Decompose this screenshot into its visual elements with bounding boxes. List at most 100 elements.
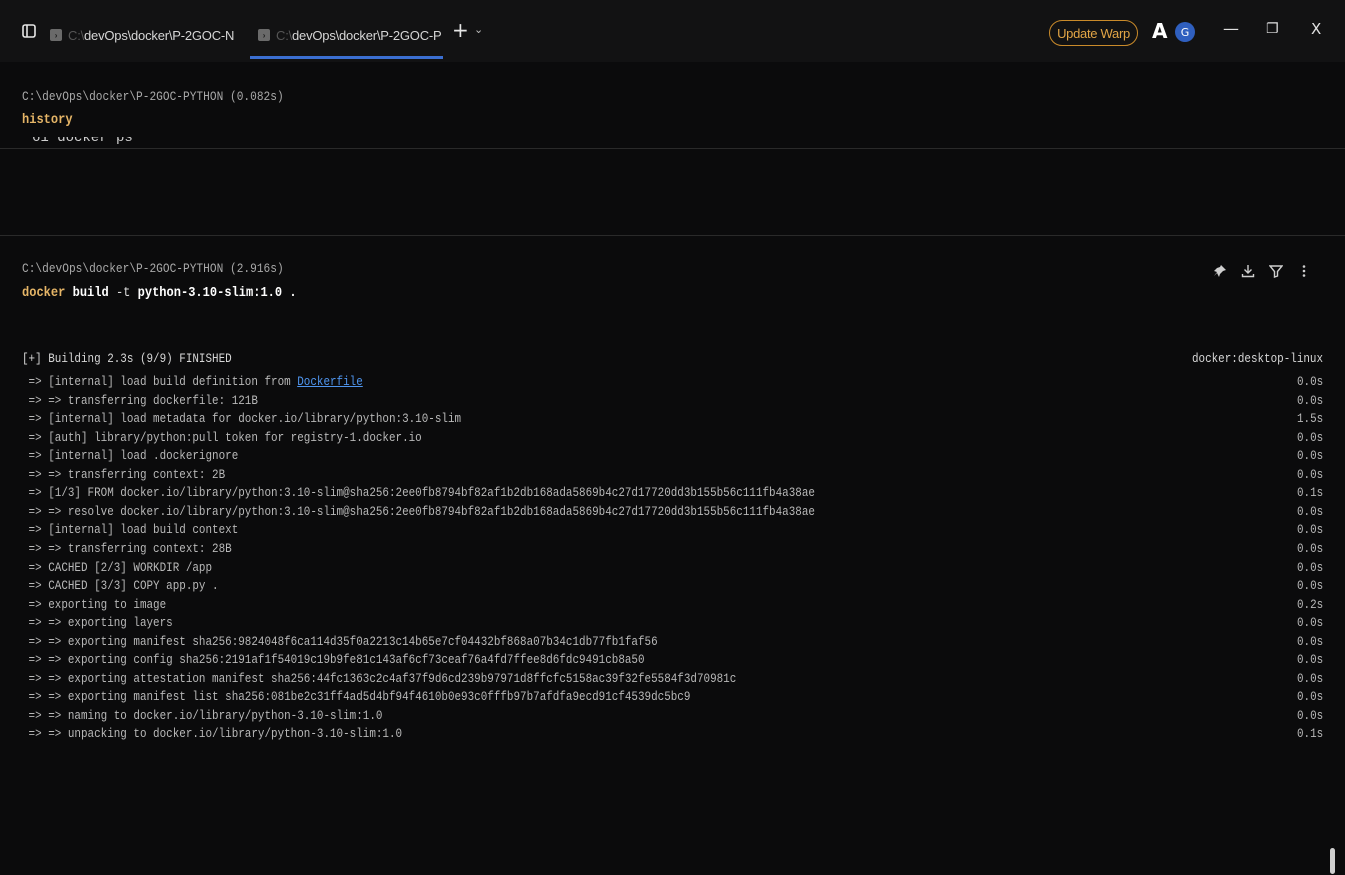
build-output-line: => CACHED [3/3] COPY app.py . 0.0s xyxy=(22,577,1323,595)
build-step-duration: 0.0s xyxy=(1296,578,1323,594)
build-output-line: => exporting to image 0.2s xyxy=(22,596,1323,614)
build-output-line: => => unpacking to docker.io/library/pyt… xyxy=(22,725,1323,743)
build-step-text: => => transferring context: 28B xyxy=(22,540,232,556)
build-step-duration: 0.0s xyxy=(1296,652,1323,668)
build-step-duration: 0.0s xyxy=(1296,540,1323,556)
block-toolbar xyxy=(1212,263,1312,279)
build-step-prefix: => [internal] load build definition from xyxy=(22,374,298,389)
update-warp-button[interactable]: Update Warp xyxy=(1049,20,1138,46)
tab-label: devOps\docker\P-2GOC-P xyxy=(292,27,442,43)
build-step-duration: 0.0s xyxy=(1296,522,1323,538)
block-divider xyxy=(0,235,1345,236)
build-step-text: => [internal] load build context xyxy=(22,522,239,538)
build-output-line: => => naming to docker.io/library/python… xyxy=(22,707,1323,725)
tab-path-prefix: C:\ xyxy=(276,27,293,43)
build-step-text: => => naming to docker.io/library/python… xyxy=(22,707,383,723)
build-step-text: => [internal] load metadata for docker.i… xyxy=(22,411,462,427)
maximize-button[interactable]: ❐ xyxy=(1266,19,1279,39)
block-command[interactable]: docker build -t python-3.10-slim:1.0 . xyxy=(22,285,297,301)
build-output-line: => [auth] library/python:pull token for … xyxy=(22,429,1323,447)
new-tab-button[interactable]: + xyxy=(452,20,469,40)
build-step-duration: 0.2s xyxy=(1296,596,1323,612)
build-step-duration: 0.1s xyxy=(1296,485,1323,501)
command-arg: python-3.10-slim:1.0 . xyxy=(130,285,297,301)
build-step-duration: 1.5s xyxy=(1296,411,1323,427)
build-output-line: => => resolve docker.io/library/python:3… xyxy=(22,503,1323,521)
pin-icon[interactable] xyxy=(1212,263,1228,279)
avatar[interactable]: G xyxy=(1175,22,1195,42)
build-output-line: => CACHED [2/3] WORKDIR /app 0.0s xyxy=(22,559,1323,577)
build-output-line: => => exporting manifest list sha256:081… xyxy=(22,688,1323,706)
build-header-line: [+] Building 2.3s (9/9) FINISHED docker:… xyxy=(22,350,1323,368)
build-step-duration: 0.0s xyxy=(1296,448,1323,464)
build-step-duration: 0.0s xyxy=(1296,615,1323,631)
block-cwd: C:\devOps\docker\P-2GOC-PYTHON (2.916s) xyxy=(22,261,284,276)
build-step-text: => => transferring context: 2B xyxy=(22,466,226,482)
build-step-text: => CACHED [3/3] COPY app.py . xyxy=(22,578,219,594)
build-step-duration: 0.0s xyxy=(1296,503,1323,519)
build-step-text: => [internal] load build definition from… xyxy=(22,373,363,391)
filter-icon[interactable] xyxy=(1268,263,1284,279)
build-output-line: => => transferring context: 28B 0.0s xyxy=(22,540,1323,558)
build-step-duration: 0.0s xyxy=(1296,392,1323,408)
chevron-down-icon[interactable]: ⌄ xyxy=(474,23,483,36)
build-output-line: => => exporting layers 0.0s xyxy=(22,614,1323,632)
build-step-duration: 0.0s xyxy=(1296,559,1323,575)
command-arg: build xyxy=(65,285,116,301)
block-divider xyxy=(0,148,1345,149)
build-step-duration: 0.0s xyxy=(1296,429,1323,445)
powershell-icon: › xyxy=(50,29,62,41)
build-output-line: => => exporting manifest sha256:9824048f… xyxy=(22,633,1323,651)
build-step-text: => [internal] load .dockerignore xyxy=(22,448,239,464)
build-step-text: => exporting to image xyxy=(22,596,167,612)
build-step-text: => => exporting layers xyxy=(22,615,173,631)
command-flag: -t xyxy=(115,285,131,301)
tab-p-2goc-p[interactable]: › C:\ devOps\docker\P-2GOC-P xyxy=(258,10,442,60)
build-step-duration: 0.0s xyxy=(1296,707,1323,723)
scrollbar[interactable] xyxy=(1330,848,1335,874)
tab-label: devOps\docker\P-2GOC-N xyxy=(84,27,235,43)
build-step-text: => [1/3] FROM docker.io/library/python:3… xyxy=(22,485,815,501)
build-context-name: docker:desktop-linux xyxy=(1191,351,1323,366)
build-output-line: => => transferring context: 2B 0.0s xyxy=(22,466,1323,484)
output-line: 61 docker ps xyxy=(32,137,133,146)
warp-logo-icon[interactable]: A xyxy=(1152,20,1167,42)
build-step-duration: 0.0s xyxy=(1296,670,1323,686)
build-step-text: => [auth] library/python:pull token for … xyxy=(22,429,422,445)
build-step-duration: 0.0s xyxy=(1296,689,1323,705)
minimize-button[interactable]: — xyxy=(1223,19,1239,39)
build-step-text: => => exporting manifest list sha256:081… xyxy=(22,689,691,705)
build-output-line: => => exporting attestation manifest sha… xyxy=(22,670,1323,688)
block-command[interactable]: history xyxy=(22,112,73,128)
command-keyword: docker xyxy=(22,285,66,301)
build-output-line: => => transferring dockerfile: 121B 0.0s xyxy=(22,392,1323,410)
build-output-line: => [1/3] FROM docker.io/library/python:3… xyxy=(22,484,1323,502)
tab-p-2goc-n[interactable]: › C:\ devOps\docker\P-2GOC-N xyxy=(50,10,234,60)
command-text: history xyxy=(22,112,73,128)
close-button[interactable]: X xyxy=(1311,19,1321,39)
build-step-text: => => resolve docker.io/library/python:3… xyxy=(22,503,815,519)
build-step-duration: 0.1s xyxy=(1296,726,1323,742)
build-output-line: => [internal] load build context 0.0s xyxy=(22,521,1323,539)
build-step-text: => => exporting attestation manifest sha… xyxy=(22,670,737,686)
build-status: [+] Building 2.3s (9/9) FINISHED xyxy=(22,351,232,366)
build-step-text: => => exporting config sha256:2191af1f54… xyxy=(22,652,645,668)
build-step-text: => => transferring dockerfile: 121B xyxy=(22,392,258,408)
build-output-line: => [internal] load .dockerignore 0.0s xyxy=(22,447,1323,465)
build-step-text: => => unpacking to docker.io/library/pyt… xyxy=(22,726,403,742)
build-step-text: => CACHED [2/3] WORKDIR /app xyxy=(22,559,213,575)
title-bar: › C:\ devOps\docker\P-2GOC-N › C:\ devOps\… xyxy=(0,0,1345,62)
tab-path-prefix: C:\ xyxy=(68,27,85,43)
build-output-line: => => exporting config sha256:2191af1f54… xyxy=(22,651,1323,669)
download-icon[interactable] xyxy=(1240,263,1256,279)
build-step-duration: 0.0s xyxy=(1296,374,1323,389)
build-step-duration: 0.0s xyxy=(1296,466,1323,482)
more-icon[interactable] xyxy=(1296,263,1312,279)
dockerfile-link[interactable]: Dockerfile xyxy=(297,374,363,389)
block-cwd: C:\devOps\docker\P-2GOC-PYTHON (0.082s) xyxy=(22,89,284,104)
build-output-line: => [internal] load build definition from… xyxy=(22,373,1323,391)
build-step-duration: 0.0s xyxy=(1296,633,1323,649)
build-step-text: => => exporting manifest sha256:9824048f… xyxy=(22,633,658,649)
active-tab-indicator xyxy=(250,56,443,59)
sidebar-toggle-icon[interactable] xyxy=(22,24,36,38)
